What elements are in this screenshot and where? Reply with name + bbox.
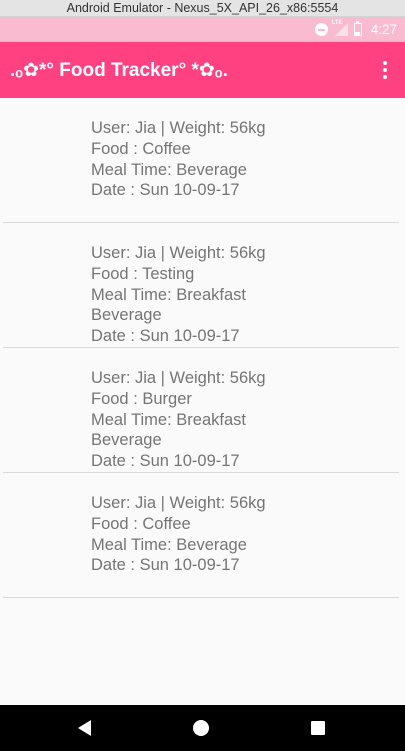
entry-meal-time: Meal Time: Beverage (91, 160, 247, 179)
entry-meal-time-extra: Beverage (91, 431, 162, 450)
entry-meal-time: Meal Time: Beverage (91, 535, 247, 554)
entry-food: Food : Coffee (91, 139, 191, 158)
status-bar: LTE 4:27 (0, 17, 405, 42)
entry-user: User: Jia | Weight: 56kg (91, 244, 266, 262)
emulator-title-bar: Android Emulator - Nexus_5X_API_26_x86:5… (0, 0, 405, 17)
app-bar: .ₒ✿*° Food Tracker° *✿ₒ. (0, 42, 405, 98)
home-icon[interactable] (193, 720, 209, 736)
back-icon[interactable] (78, 720, 91, 736)
food-entry-list[interactable]: User: Jia | Weight: 56kg Food : Coffee M… (0, 98, 405, 705)
divider (3, 597, 399, 598)
recents-icon[interactable] (311, 721, 325, 735)
entry-meal-time: Meal Time: Breakfast (91, 410, 246, 429)
do-not-disturb-icon (314, 23, 328, 36)
entry-meal-time: Meal Time: Breakfast (91, 285, 246, 304)
list-item[interactable]: User: Jia | Weight: 56kg Food : Coffee M… (0, 98, 405, 223)
app-title: .ₒ✿*° Food Tracker° *✿ₒ. (10, 59, 228, 81)
entry-food: Food : Testing (91, 264, 195, 283)
navigation-bar (0, 705, 405, 751)
overflow-menu-icon[interactable] (373, 58, 397, 82)
status-clock: 4:27 (370, 22, 397, 37)
entry-date: Date : Sun 10-09-17 (91, 327, 240, 346)
list-item[interactable]: User: Jia | Weight: 56kg Food : Testing … (0, 223, 405, 348)
entry-food: Food : Burger (91, 389, 192, 408)
entry-date: Date : Sun 10-09-17 (91, 556, 240, 575)
network-label: LTE (331, 20, 343, 26)
list-item[interactable]: User: Jia | Weight: 56kg Food : Burger M… (0, 348, 405, 473)
entry-user: User: Jia | Weight: 56kg (91, 369, 266, 387)
entry-date: Date : Sun 10-09-17 (91, 452, 240, 471)
entry-date: Date : Sun 10-09-17 (91, 181, 240, 200)
entry-food: Food : Coffee (91, 514, 191, 533)
lte-signal-icon: LTE (331, 20, 348, 36)
entry-meal-time-extra: Beverage (91, 306, 162, 325)
entry-user: User: Jia | Weight: 56kg (91, 494, 266, 512)
list-item[interactable]: User: Jia | Weight: 56kg Food : Coffee M… (0, 473, 405, 598)
battery-icon (353, 21, 362, 36)
entry-user: User: Jia | Weight: 56kg (91, 119, 266, 137)
